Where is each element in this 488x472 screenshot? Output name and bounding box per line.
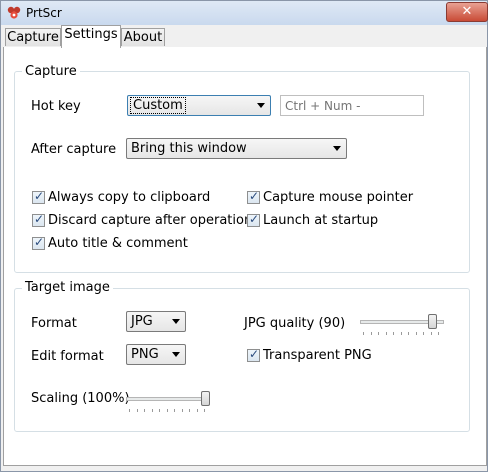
- slider-tick: [438, 332, 439, 335]
- slider-tick: [189, 409, 190, 412]
- slider-tick: [386, 332, 387, 335]
- checkbox-label: Capture mouse pointer: [263, 190, 414, 205]
- edit-format-select[interactable]: PNG: [126, 344, 186, 365]
- slider-tick: [204, 409, 205, 412]
- tab-settings[interactable]: Settings: [61, 25, 121, 48]
- tab-about[interactable]: About: [121, 28, 165, 46]
- tab-label: Capture: [7, 30, 59, 45]
- check-icon: ✓: [34, 235, 45, 249]
- slider-tick: [167, 409, 168, 412]
- window-title: PrtScr: [26, 6, 62, 20]
- app-icon: [7, 6, 21, 19]
- slider-tick: [363, 332, 364, 335]
- tab-label: Settings: [64, 27, 118, 42]
- tab-capture[interactable]: Capture: [5, 28, 61, 46]
- title-bar[interactable]: PrtScr ✕: [1, 1, 488, 25]
- hotkey-value: Custom: [130, 97, 186, 114]
- after-capture-value: Bring this window: [131, 141, 247, 156]
- check-icon: ✓: [34, 212, 45, 226]
- checkbox-box: ✓: [247, 347, 260, 362]
- checkbox-label: Always copy to clipboard: [48, 190, 211, 205]
- transparent-png-checkbox[interactable]: ✓ Transparent PNG: [247, 347, 397, 364]
- slider-tick: [152, 409, 153, 412]
- checkbox-label: Transparent PNG: [263, 348, 372, 363]
- hotkey-input[interactable]: [281, 96, 423, 115]
- format-select[interactable]: JPG: [126, 311, 186, 332]
- slider-tick: [431, 332, 432, 335]
- app-window: PrtScr ✕ Capture Settings About Capture …: [0, 0, 488, 472]
- scaling-label: Scaling (100%): [31, 391, 130, 406]
- check-icon: ✓: [34, 189, 45, 203]
- slider-tick: [378, 332, 379, 335]
- slider-tick: [408, 332, 409, 335]
- hotkey-select[interactable]: Custom: [127, 95, 271, 116]
- chevron-down-icon: [172, 319, 180, 324]
- slider-tick: [371, 332, 372, 335]
- close-icon: ✕: [461, 4, 473, 19]
- chevron-down-icon: [257, 103, 265, 108]
- jpg-quality-label: JPG quality (90): [244, 316, 346, 331]
- checkbox-label: Auto title & comment: [48, 236, 188, 251]
- checkbox-box: ✓: [32, 235, 45, 250]
- capture-group-title: Capture: [22, 64, 80, 79]
- capture-mouse-checkbox[interactable]: ✓ Capture mouse pointer: [247, 189, 437, 206]
- slider-tick: [174, 409, 175, 412]
- slider-tick: [182, 409, 183, 412]
- slider-thumb[interactable]: [201, 391, 210, 406]
- hotkey-label: Hot key: [31, 99, 81, 114]
- chevron-down-icon: [333, 146, 341, 151]
- format-label: Format: [31, 316, 77, 331]
- check-icon: ✓: [249, 212, 260, 226]
- slider-thumb[interactable]: [428, 314, 437, 329]
- checkbox-label: Launch at startup: [263, 213, 379, 228]
- hotkey-field[interactable]: [280, 95, 424, 116]
- slider-tick: [159, 409, 160, 412]
- slider-tick: [129, 409, 130, 412]
- check-icon: ✓: [249, 347, 260, 361]
- after-capture-select[interactable]: Bring this window: [126, 138, 347, 159]
- chevron-down-icon: [172, 352, 180, 357]
- edit-format-value: PNG: [131, 347, 159, 362]
- launch-startup-checkbox[interactable]: ✓ Launch at startup: [247, 212, 437, 229]
- check-icon: ✓: [249, 189, 260, 203]
- checkbox-box: ✓: [247, 189, 260, 204]
- close-button[interactable]: ✕: [446, 2, 488, 22]
- slider-tick: [416, 332, 417, 335]
- jpg-quality-slider[interactable]: [360, 314, 446, 336]
- slider-tick: [401, 332, 402, 335]
- checkbox-label: Discard capture after operation: [48, 213, 253, 228]
- slider-tick: [197, 409, 198, 412]
- slider-tick: [393, 332, 394, 335]
- slider-track: [126, 397, 210, 401]
- always-copy-checkbox[interactable]: ✓ Always copy to clipboard: [32, 189, 232, 206]
- checkbox-box: ✓: [32, 212, 45, 227]
- auto-title-checkbox[interactable]: ✓ Auto title & comment: [32, 235, 232, 252]
- edit-format-label: Edit format: [31, 349, 104, 364]
- slider-tick: [137, 409, 138, 412]
- target-image-group-title: Target image: [22, 280, 113, 295]
- checkbox-box: ✓: [32, 189, 45, 204]
- scaling-slider[interactable]: [126, 391, 212, 413]
- slider-tick: [423, 332, 424, 335]
- tab-label: About: [123, 30, 163, 45]
- after-capture-label: After capture: [31, 142, 117, 157]
- slider-tick: [144, 409, 145, 412]
- discard-capture-checkbox[interactable]: ✓ Discard capture after operation: [32, 212, 252, 229]
- settings-panel: Capture Hot key Custom After capture Bri…: [3, 47, 487, 466]
- checkbox-box: ✓: [247, 212, 260, 227]
- format-value: JPG: [131, 314, 153, 329]
- tab-strip: Capture Settings About: [3, 25, 487, 48]
